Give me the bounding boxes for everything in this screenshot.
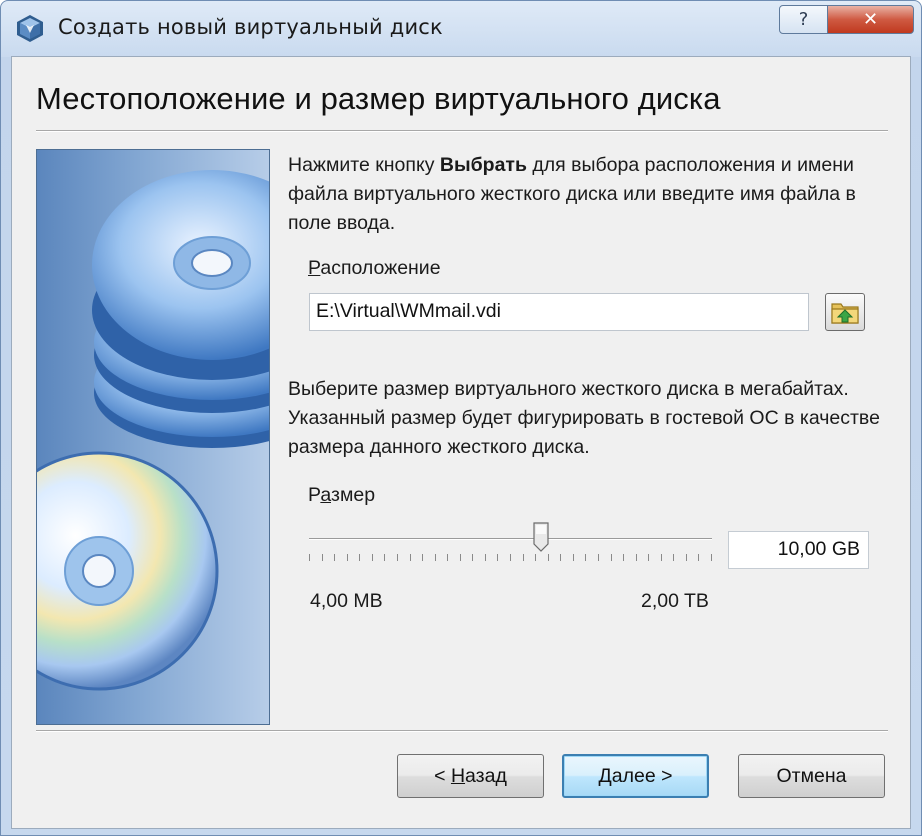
help-icon: ? (798, 9, 809, 30)
dialog-content: Местоположение и размер виртуального дис… (11, 56, 911, 829)
back-rest: азад (465, 764, 507, 787)
next-mnemonic: Д (598, 764, 612, 787)
back-prefix: < (434, 764, 446, 787)
slider-ticks (309, 554, 712, 561)
help-button[interactable]: ? (779, 5, 828, 34)
intro-prefix: Нажмите кнопку (288, 154, 440, 176)
location-label: Расположение (308, 254, 441, 283)
virtualbox-icon (17, 15, 43, 42)
close-icon: ✕ (862, 9, 879, 30)
dialog-window: Создать новый виртуальный диск ? ✕ Место… (0, 0, 922, 836)
size-label-first: Р (308, 484, 321, 506)
size-label-mnemonic: а (320, 484, 331, 506)
cancel-button[interactable]: Отмена (738, 754, 885, 798)
next-rest: алее > (611, 764, 673, 787)
size-label: Размер (308, 481, 375, 510)
disk-illustration (36, 149, 270, 725)
window-title: Создать новый виртуальный диск (58, 15, 443, 39)
location-label-rest: асположение (320, 257, 441, 279)
slider-thumb[interactable] (533, 522, 549, 552)
size-description: Выберите размер виртуального жесткого ди… (288, 378, 880, 458)
intro-text: Нажмите кнопку Выбрать для выбора распол… (288, 151, 888, 238)
header-divider (36, 130, 888, 132)
back-button[interactable]: < Назад (397, 754, 544, 798)
location-label-mnemonic: Р (308, 257, 321, 279)
footer-divider (36, 730, 888, 732)
title-bar[interactable]: Создать новый виртуальный диск ? ✕ (1, 1, 921, 57)
folder-up-icon (831, 303, 859, 324)
intro-bold: Выбрать (439, 154, 527, 176)
back-mnemonic: Н (450, 764, 466, 787)
size-value-field[interactable]: 10,00 GB (728, 531, 869, 569)
size-min-label: 4,00 MB (310, 590, 383, 612)
close-button[interactable]: ✕ (827, 5, 914, 34)
page-title: Местоположение и размер виртуального дис… (36, 81, 721, 116)
next-button[interactable]: Далее > (562, 754, 709, 798)
location-input[interactable]: E:\Virtual\WMmail.vdi (309, 293, 809, 331)
stacked-disks-icon (37, 170, 269, 691)
browse-location-button[interactable] (825, 293, 865, 331)
size-label-rest: змер (331, 484, 376, 506)
size-max-label: 2,00 TB (641, 590, 709, 612)
slider-track[interactable] (309, 538, 712, 540)
